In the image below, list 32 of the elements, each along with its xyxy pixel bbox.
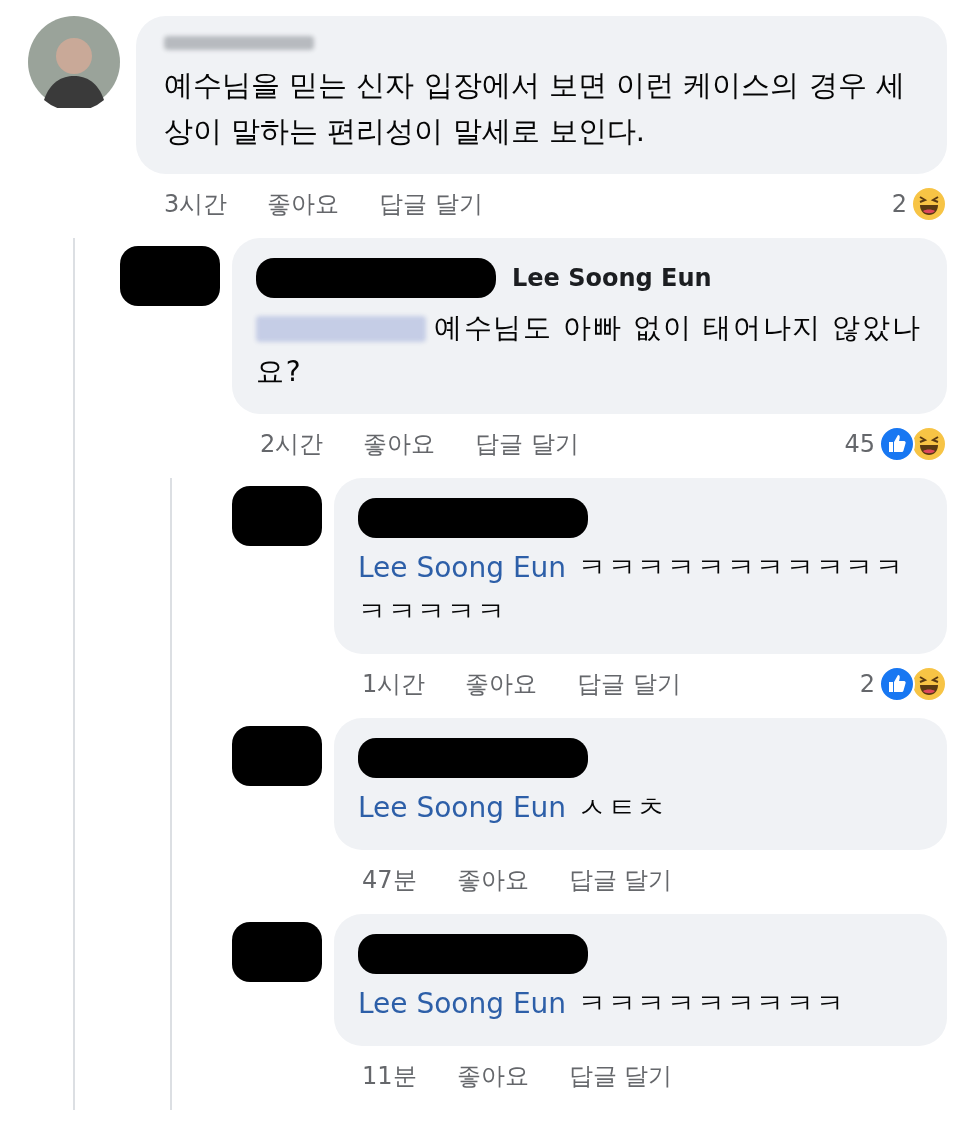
- mention-link[interactable]: Lee Soong Eun: [358, 791, 567, 824]
- mention-link[interactable]: Lee Soong Eun: [358, 987, 567, 1020]
- reply-link[interactable]: 답글 달기: [568, 862, 673, 898]
- reaction-count: 2: [859, 669, 875, 700]
- time-label: 1시간: [362, 669, 426, 700]
- like-link[interactable]: 좋아요: [456, 1058, 529, 1094]
- reaction-count: 2: [891, 189, 907, 220]
- reply-link[interactable]: 답글 달기: [379, 186, 483, 222]
- like-link[interactable]: 좋아요: [465, 666, 538, 702]
- time-label: 11분: [362, 1061, 417, 1092]
- comment-text: Lee Soong Eun ㅋㅋㅋㅋㅋㅋㅋㅋㅋㅋㅋㅋㅋㅋㅋㅋ: [358, 550, 906, 630]
- laughing-face-icon: [911, 426, 947, 462]
- like-link[interactable]: 좋아요: [456, 862, 529, 898]
- time-label: 47분: [362, 865, 417, 896]
- time-label: 3시간: [164, 189, 228, 220]
- reaction-count: 45: [844, 429, 875, 460]
- comment-text: 예수님도 아빠 없이 태어나지 않았나요?: [256, 310, 923, 390]
- laughing-face-icon: [911, 666, 947, 702]
- thumbs-up-icon: [879, 426, 915, 462]
- reply-link[interactable]: 답글 달기: [568, 1058, 673, 1094]
- like-link[interactable]: 좋아요: [363, 426, 436, 462]
- commenter-name: Lee Soong Eun: [512, 263, 712, 294]
- comment-text: 예수님을 믿는 신자 입장에서 보면 이런 케이스의 경우 세상이 말하는 편리성이 말세로 보인다.: [164, 67, 906, 150]
- time-label: 2시간: [260, 429, 324, 460]
- thumbs-up-icon: [879, 666, 915, 702]
- comment-text: Lee Soong Eun ㅅㅌㅊ: [358, 790, 669, 826]
- reply-link[interactable]: 답글 달기: [475, 426, 579, 462]
- laughing-face-icon: [911, 186, 947, 222]
- comment-text: Lee Soong Eun ㅋㅋㅋㅋㅋㅋㅋㅋㅋ: [358, 986, 847, 1022]
- mention-link[interactable]: Lee Soong Eun: [358, 551, 567, 584]
- reply-link[interactable]: 답글 달기: [577, 666, 681, 702]
- like-link[interactable]: 좋아요: [267, 186, 340, 222]
